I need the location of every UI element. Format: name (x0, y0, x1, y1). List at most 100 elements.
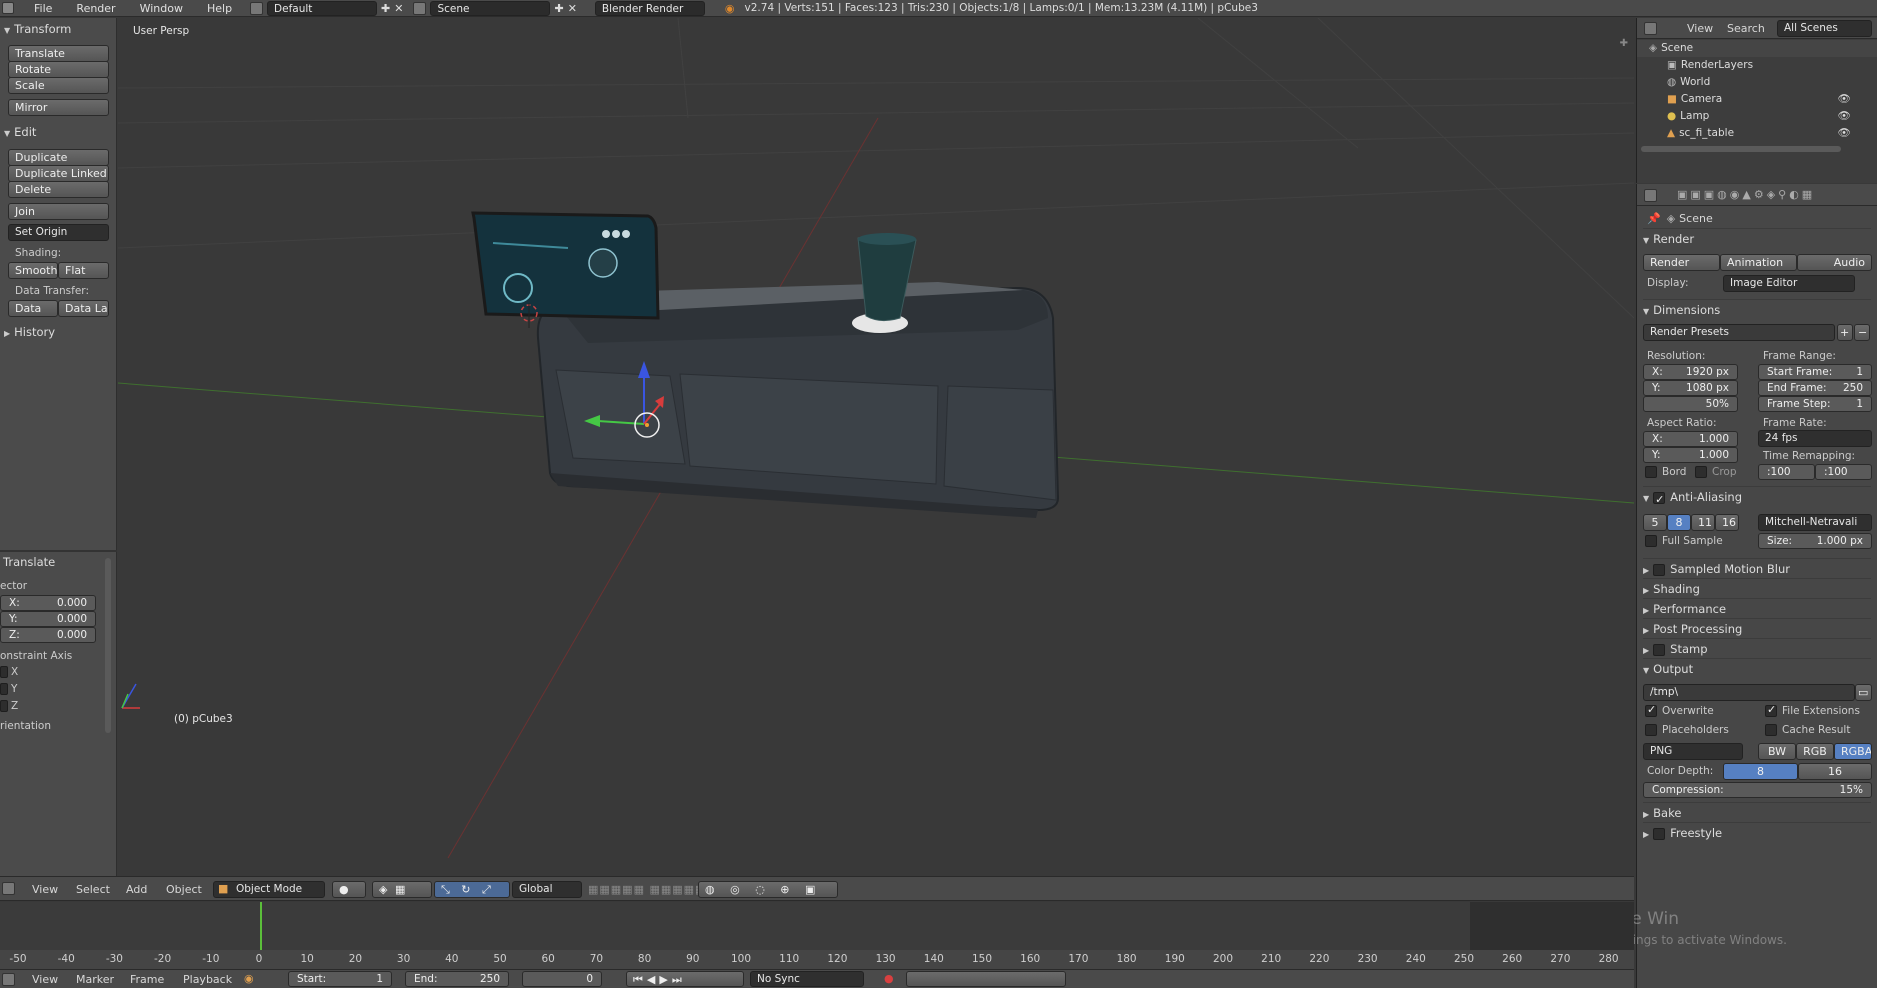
rgb-button[interactable]: RGB (1796, 743, 1834, 760)
render-panel-header[interactable]: ▼ Render (1643, 228, 1871, 248)
resolution-percentage-field[interactable]: 50% (1643, 396, 1738, 412)
duplicate-button[interactable]: Duplicate (8, 149, 109, 166)
vector-z-field[interactable]: Z: 0.000 (0, 627, 96, 643)
frame-step-field[interactable]: Frame Step: 1 (1758, 396, 1872, 412)
scene-field[interactable]: Scene (430, 0, 551, 16)
color-depth-8-button[interactable]: 8 (1723, 763, 1798, 780)
constraint-z-checkbox[interactable]: Z (0, 700, 18, 712)
editor-type-icon[interactable] (2, 882, 15, 895)
sync-mode-select[interactable]: No Sync (750, 971, 864, 987)
context-tabs-icons[interactable]: ▣▣▣◍◉▲⚙◈⚲◐▦ (1677, 188, 1815, 201)
playback-menu[interactable]: Playback (183, 973, 232, 986)
full-sample-checkbox[interactable]: Full Sample (1645, 535, 1723, 547)
menu-render[interactable]: Render (64, 0, 127, 17)
render-button[interactable]: Render (1643, 254, 1720, 271)
timeline-editor[interactable] (0, 902, 1634, 969)
end-frame-field[interactable]: End Frame: 250 (1758, 380, 1872, 396)
menu-window[interactable]: Window (128, 0, 195, 17)
constraint-y-checkbox[interactable]: Y (0, 683, 17, 695)
interaction-mode-select[interactable]: Object Mode (213, 881, 325, 898)
freestyle-checkbox[interactable] (1653, 827, 1666, 840)
start-frame-field[interactable]: Start: 1 (288, 971, 392, 987)
scene-icon[interactable] (413, 1, 427, 15)
visibility-eye-icon[interactable]: 👁 (1838, 108, 1851, 125)
current-frame-field[interactable]: 0 (522, 971, 602, 987)
layout-field[interactable]: Default (267, 0, 378, 16)
aa-samples-16[interactable]: 16 (1715, 514, 1739, 531)
smooth-button[interactable]: Smooth (8, 262, 58, 279)
outliner-item-world[interactable]: ◍ World (1637, 74, 1877, 91)
vector-x-field[interactable]: X: 0.000 (0, 595, 96, 611)
aa-samples-8[interactable]: 8 (1667, 514, 1691, 531)
transform-orientation-select[interactable]: Global (512, 881, 582, 898)
crop-checkbox[interactable]: Crop (1695, 466, 1737, 478)
keying-icon[interactable]: ◉ (244, 972, 254, 985)
folder-icon[interactable]: ▭ (1855, 684, 1872, 701)
motion-blur-checkbox[interactable] (1653, 563, 1666, 576)
overwrite-checkbox[interactable]: Overwrite (1645, 703, 1714, 717)
remove-scene-icon[interactable]: ✕ (568, 2, 577, 15)
duplicate-linked-button[interactable]: Duplicate Linked (8, 165, 109, 182)
timeline-view-menu[interactable]: View (32, 973, 58, 986)
editor-type-icon[interactable] (1644, 22, 1657, 35)
motion-blur-panel-header[interactable]: ▶ Sampled Motion Blur (1643, 558, 1871, 578)
rotate-button[interactable]: Rotate (8, 61, 109, 78)
viewport-shading-button[interactable]: ● (332, 881, 366, 898)
outliner-item-lamp[interactable]: ● Lamp 👁 (1637, 108, 1877, 125)
menu-file[interactable]: File (22, 0, 64, 17)
border-checkbox[interactable]: Bord (1645, 466, 1686, 478)
anti-aliasing-panel-header[interactable]: ▼ Anti-Aliasing (1643, 486, 1871, 510)
constraint-x-checkbox[interactable]: X (0, 666, 18, 678)
aa-samples-11[interactable]: 11 (1691, 514, 1715, 531)
outliner[interactable]: View Search All Scenes ◈ Scene ▣ RenderLay… (1636, 18, 1877, 183)
playback-controls[interactable]: ⏮◀▶⏭ (626, 971, 744, 987)
keying-set-field[interactable] (906, 971, 1066, 987)
frame-rate-select[interactable]: 24 fps (1758, 430, 1872, 447)
anti-aliasing-checkbox[interactable] (1653, 490, 1666, 510)
output-panel-header[interactable]: ▼ Output (1643, 658, 1871, 678)
mirror-button[interactable]: Mirror (8, 99, 109, 116)
outliner-item-scene[interactable]: ◈ Scene (1637, 40, 1877, 57)
outliner-search-menu[interactable]: Search (1727, 22, 1765, 35)
display-mode-select[interactable]: All Scenes (1777, 20, 1872, 37)
edit-panel-header[interactable]: ▼ Edit (4, 125, 36, 139)
editor-type-icon[interactable] (1644, 189, 1657, 202)
animation-button[interactable]: Animation (1720, 254, 1797, 271)
data-layout-button[interactable]: Data Layo (58, 300, 109, 317)
menu-help[interactable]: Help (195, 0, 244, 17)
end-frame-field[interactable]: End: 250 (405, 971, 509, 987)
freestyle-panel-header[interactable]: ▶ Freestyle (1643, 822, 1871, 842)
screen-layout-icon[interactable] (250, 1, 264, 15)
render-engine-select[interactable]: Blender Render (594, 0, 705, 16)
outliner-item-renderlayers[interactable]: ▣ RenderLayers (1637, 57, 1877, 74)
stamp-checkbox[interactable] (1653, 643, 1666, 656)
aspect-y-field[interactable]: Y: 1.000 (1643, 447, 1738, 463)
aa-samples-5[interactable]: 5 (1643, 514, 1667, 531)
display-select[interactable]: Image Editor (1723, 275, 1855, 292)
operator-scrollbar[interactable] (105, 558, 111, 733)
add-preset-button[interactable]: + (1837, 324, 1853, 341)
blender-icon[interactable] (2, 2, 14, 14)
region-expand-icon[interactable]: ✚ (1620, 38, 1628, 49)
delete-button[interactable]: Delete (8, 181, 109, 198)
3d-viewport[interactable]: User Persp (0) pCube3 ✚ (118, 18, 1634, 875)
view-menu[interactable]: View (32, 883, 58, 896)
aa-filter-select[interactable]: Mitchell-Netravali (1758, 514, 1872, 531)
stamp-panel-header[interactable]: ▶ Stamp (1643, 638, 1871, 658)
timeline-ruler[interactable] (0, 950, 1634, 969)
history-panel-header[interactable]: ▶ History (4, 325, 55, 339)
scale-button[interactable]: Scale (8, 77, 109, 94)
cache-result-checkbox[interactable]: Cache Result (1765, 724, 1850, 736)
object-menu[interactable]: Object (166, 883, 202, 896)
visibility-eye-icon[interactable]: 👁 (1838, 91, 1851, 108)
translate-button[interactable]: Translate (8, 45, 109, 62)
file-format-select[interactable]: PNG (1643, 743, 1743, 760)
filter-size-field[interactable]: Size: 1.000 px (1758, 533, 1872, 549)
marker-menu[interactable]: Marker (76, 973, 114, 986)
outliner-item-sc-fi-table[interactable]: ▲ sc_fi_table 👁 (1637, 125, 1877, 142)
render-presets-select[interactable]: Render Presets (1643, 324, 1835, 341)
snap-proportional-buttons[interactable]: ◍ ◎ ◌ ⊕ ▣ (698, 881, 838, 898)
dimensions-panel-header[interactable]: ▼ Dimensions (1643, 299, 1871, 319)
outliner-scrollbar[interactable] (1641, 146, 1841, 152)
record-icon[interactable]: ● (884, 972, 894, 985)
